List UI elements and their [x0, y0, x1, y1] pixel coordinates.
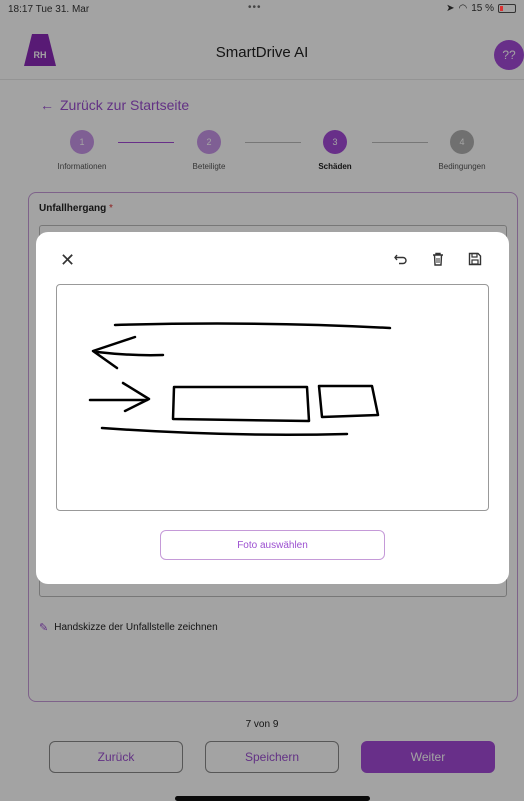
- save-icon[interactable]: [466, 250, 484, 268]
- battery-icon: [498, 4, 516, 13]
- wifi-icon: ◠: [458, 3, 468, 14]
- trash-icon[interactable]: [429, 250, 447, 268]
- sketch-drawing: [88, 322, 392, 436]
- close-icon[interactable]: ✕: [60, 250, 75, 271]
- status-bar: 18:17 Tue 31. Mar ••• ➤ ◠ 15 %: [0, 0, 524, 18]
- sketch-dialog: ✕ Foto auswählen: [36, 232, 509, 584]
- undo-icon[interactable]: [392, 250, 410, 268]
- choose-photo-button[interactable]: Foto auswählen: [160, 530, 385, 560]
- multitask-dots: •••: [248, 2, 262, 13]
- battery-percent: 15 %: [471, 3, 494, 14]
- location-icon: ➤: [446, 3, 455, 14]
- drawing-canvas[interactable]: [56, 284, 489, 511]
- status-time: 18:17 Tue 31. Mar: [8, 3, 90, 15]
- status-icons: ➤ ◠ 15 %: [446, 3, 516, 14]
